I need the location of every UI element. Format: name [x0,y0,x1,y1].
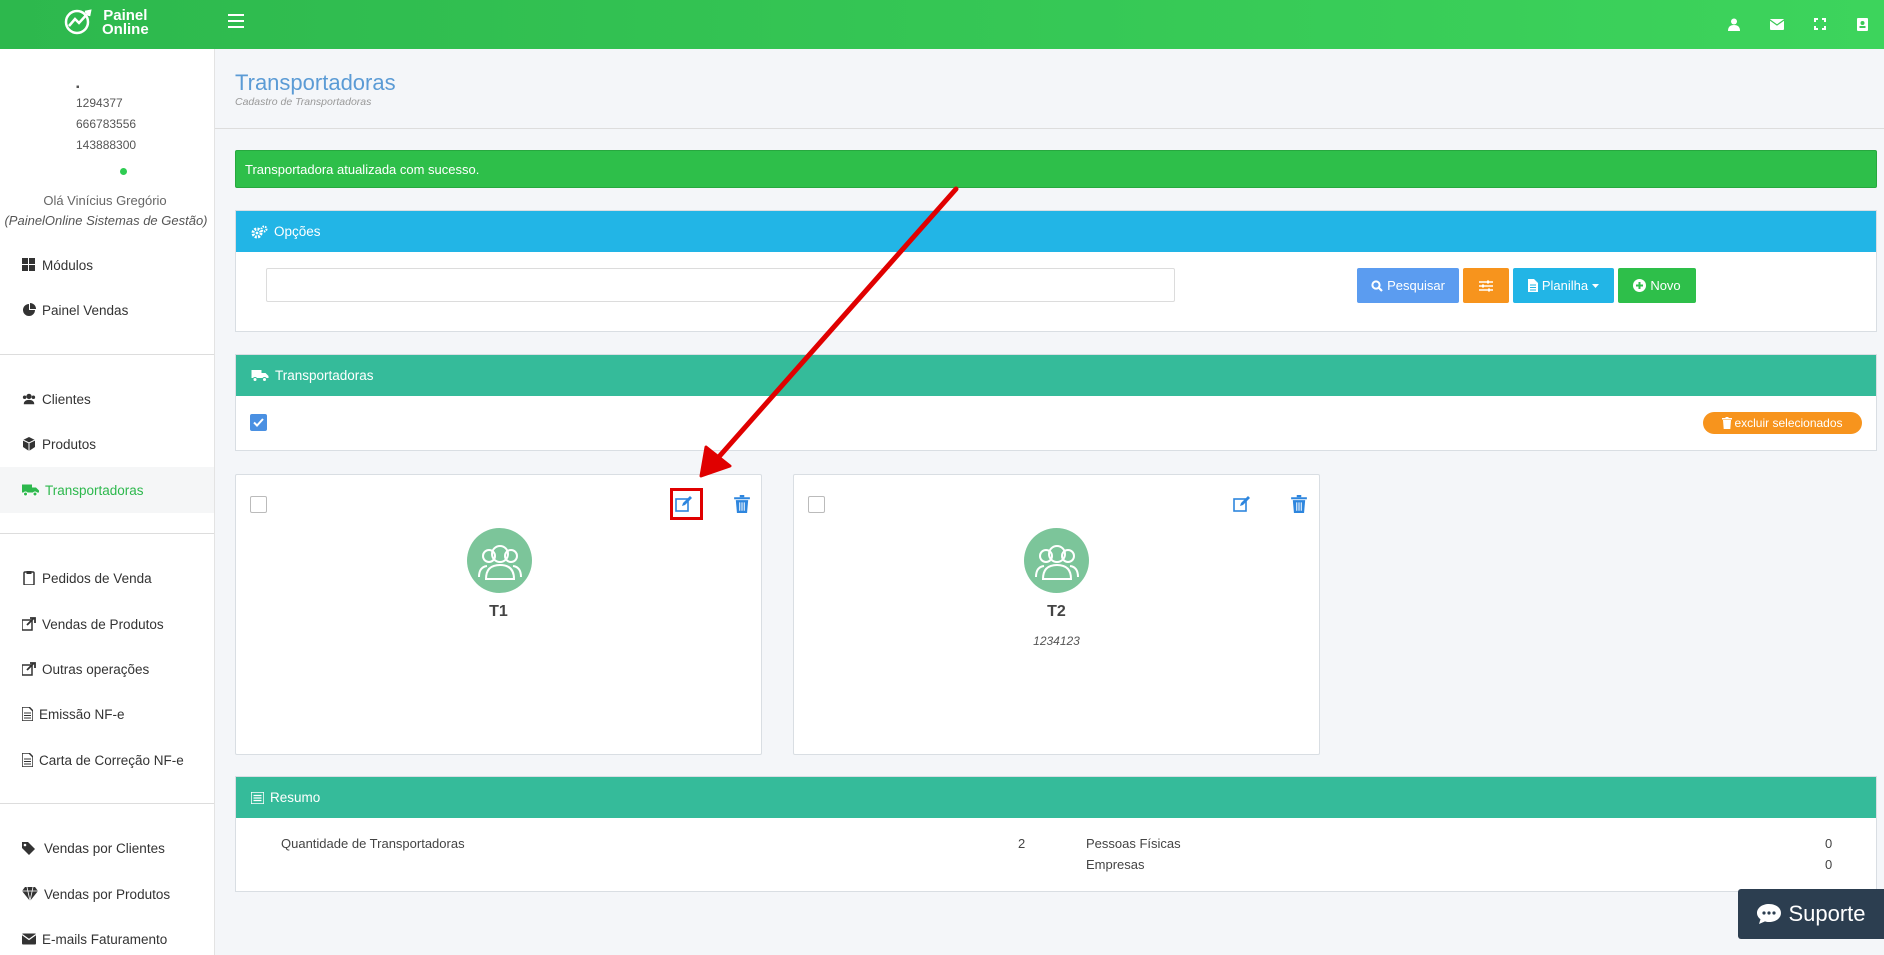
sliders-icon [1479,280,1493,291]
select-all-checkbox[interactable] [250,414,267,431]
sidebar-item-emissao-nfe[interactable]: Emissão NF-e [22,704,125,724]
new-button[interactable]: Novo [1618,268,1696,303]
support-button[interactable]: Suporte [1738,889,1884,939]
trash-icon[interactable] [1291,495,1307,513]
search-icon [1371,279,1383,292]
carrier-card: T2 1234123 [793,474,1320,755]
carrier-card-checkbox[interactable] [808,496,825,513]
sidebar: ▪ 1294377 666783556 143888300 Olá Viníci… [0,49,215,955]
sidebar-item-outras-operacoes[interactable]: Outras operações [22,659,149,679]
sidebar-item-painel-vendas[interactable]: Painel Vendas [22,300,128,320]
tags-icon [22,842,35,855]
sidebar-item-vendas-produtos-rel[interactable]: Vendas por Produtos [22,884,170,904]
summary-pf-value: 0 [1825,836,1833,851]
caret-down-icon [1592,283,1600,288]
chat-icon [1757,904,1782,924]
fullscreen-icon[interactable] [1798,12,1841,36]
pie-chart-icon [23,303,36,316]
search-button[interactable]: Pesquisar [1357,268,1459,303]
filter-button[interactable] [1463,268,1509,303]
success-alert: Transportadora atualizada com sucesso. [235,150,1877,188]
edit-icon[interactable] [1233,495,1251,513]
user-avatar-placeholder: ▪ 1294377 666783556 143888300 [76,82,136,152]
list-panel-header: Transportadoras [236,355,1876,396]
envelope-icon[interactable] [1755,12,1798,36]
user-icon[interactable] [1712,12,1755,36]
spreadsheet-dropdown-button[interactable]: Planilha [1513,268,1614,303]
file-icon [22,753,33,767]
summary-panel-header: Resumo [236,777,1876,818]
user-company: (PainelOnline Sistemas de Gestão) [4,213,208,228]
options-panel-header: Opções [236,211,1876,252]
summary-panel: Resumo Quantidade de Transportadoras 2 P… [235,776,1877,892]
carrier-card-checkbox[interactable] [250,496,267,513]
sidebar-item-emails-faturamento[interactable]: E-mails Faturamento [22,929,167,949]
logo-text: Painel Online [102,7,149,38]
sidebar-item-carta-correcao[interactable]: Carta de Correção NF-e [22,750,184,770]
cogs-icon [251,225,268,238]
carrier-document: 1234123 [1033,634,1080,648]
page-title: Transportadoras [235,70,396,95]
check-icon [253,418,264,427]
summary-qty-label: Quantidade de Transportadoras [281,836,465,851]
plus-circle-icon [1633,279,1647,292]
sidebar-divider [0,533,214,534]
sidebar-item-modulos[interactable]: Módulos [22,255,93,275]
online-status-dot [120,168,127,175]
top-icons [1712,12,1884,36]
list-panel: Transportadoras excluir selecionados [235,354,1877,451]
summary-pj-label: Empresas [1086,857,1145,872]
options-panel: Opções Pesquisar Planilha Novo [235,210,1877,332]
header-divider [215,128,1884,129]
envelope-icon [22,933,36,945]
trash-icon[interactable] [734,495,750,513]
truck-icon [251,370,269,382]
sidebar-item-produtos[interactable]: Produtos [22,434,96,454]
diamond-icon [22,887,38,901]
trash-icon [1722,417,1733,429]
menu-toggle-icon[interactable] [228,14,244,30]
summary-qty-value: 2 [1018,836,1026,851]
sidebar-item-vendas-clientes[interactable]: Vendas por Clientes [22,838,165,858]
summary-pj-value: 0 [1825,857,1833,872]
share-icon [22,662,36,676]
top-bar: Painel Online [0,0,1884,49]
sidebar-item-pedidos-venda[interactable]: Pedidos de Venda [22,568,152,588]
summary-pf-label: Pessoas Físicas [1086,836,1181,851]
user-greeting: Olá Vinícius Gregório [43,193,167,208]
address-book-icon[interactable] [1841,12,1884,36]
carrier-name: T2 [1047,603,1066,620]
list-icon [251,791,264,804]
search-input[interactable] [266,268,1175,302]
carrier-name: T1 [489,603,508,620]
grid-icon [22,258,35,271]
file-icon [1527,279,1538,292]
file-icon [22,707,33,721]
sidebar-divider [0,803,214,804]
delete-selected-button[interactable]: excluir selecionados [1703,412,1862,434]
sidebar-item-transportadoras[interactable]: Transportadoras [22,480,144,500]
edit-highlight-box [670,488,703,520]
share-icon [22,617,36,631]
app-logo[interactable]: Painel Online [62,6,149,40]
sidebar-item-vendas-produtos[interactable]: Vendas de Produtos [22,614,164,634]
sidebar-divider [0,354,214,355]
users-icon [22,393,36,405]
logo-mark-icon [64,9,92,35]
clipboard-icon [23,571,35,585]
carrier-avatar-icon [1024,528,1089,593]
carrier-avatar-icon [467,528,532,593]
page-subtitle: Cadastro de Transportadoras [235,96,372,108]
cube-icon [22,437,36,451]
sidebar-item-clientes[interactable]: Clientes [22,389,91,409]
truck-icon [22,484,39,497]
